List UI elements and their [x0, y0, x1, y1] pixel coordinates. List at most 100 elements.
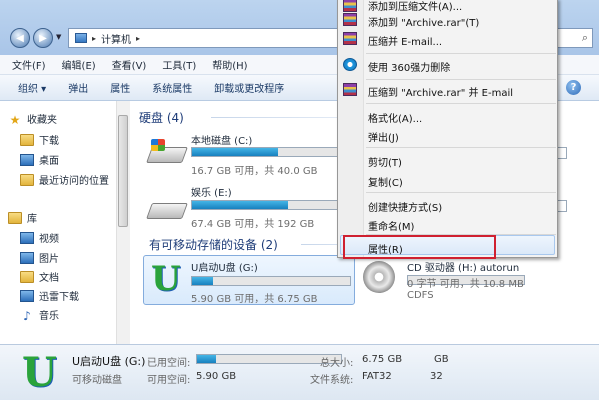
desktop-icon — [20, 153, 34, 166]
forward-button[interactable]: ▶ — [33, 28, 53, 48]
back-button[interactable]: ◀ — [10, 28, 30, 48]
recent-places-icon — [20, 173, 34, 186]
thunder-download-icon — [20, 289, 34, 302]
drive-h-free-space: 0 字节 可用，共 10.8 MB — [407, 279, 524, 290]
ctx-create-shortcut[interactable]: 创建快捷方式(S) — [368, 199, 442, 214]
menu-help[interactable]: 帮助(H) — [212, 57, 247, 72]
breadcrumb-separator-icon: ▸ — [92, 33, 97, 43]
usage-fill — [192, 148, 278, 156]
ctx-format[interactable]: 格式化(A)... — [368, 110, 422, 125]
group-title-hard-disks[interactable]: 硬盘 (4) — [139, 109, 184, 126]
details-fs-value: FAT32 — [362, 371, 392, 382]
ctx-add-to-archive-rar[interactable]: 添加到 "Archive.rar"(T) — [368, 14, 479, 29]
back-arrow-icon: ◀ — [16, 32, 24, 44]
nav-item-label: 音乐 — [39, 311, 59, 322]
drive-d-usage-bar-edge — [557, 147, 567, 159]
ctx-cut[interactable]: 剪切(T) — [368, 154, 402, 169]
winrar-icon — [343, 83, 357, 96]
details-drive-name: U启动U盘 (G:) — [72, 355, 146, 368]
nav-item-documents[interactable]: 文档 — [20, 269, 59, 284]
nav-item-pictures[interactable]: 图片 — [20, 250, 59, 265]
nav-libraries[interactable]: 库 — [8, 210, 37, 225]
u-qidong-logo-icon: U — [151, 259, 181, 299]
nav-item-label: 文档 — [39, 273, 59, 284]
details-right-bottom: 32 — [430, 371, 443, 382]
menu-edit[interactable]: 编辑(E) — [62, 57, 96, 72]
nav-item-recent[interactable]: 最近访问的位置 — [20, 172, 109, 187]
help-icon[interactable]: ? — [566, 80, 581, 95]
windows-logo-icon — [151, 139, 165, 151]
organize-button[interactable]: 组织 ▾ — [18, 80, 46, 95]
ctx-copy[interactable]: 复制(C) — [368, 174, 403, 189]
eject-button[interactable]: 弹出 — [68, 80, 88, 95]
nav-item-thunder-downloads[interactable]: 迅雷下载 — [20, 288, 79, 303]
nav-item-label: 下载 — [39, 136, 59, 147]
properties-button[interactable]: 属性 — [110, 80, 130, 95]
navigation-pane: ★ 收藏夹 下载 桌面 最近访问的位置 库 视频 图片 文档 迅雷下载 ♪ 音乐 — [0, 101, 130, 344]
breadcrumb-chevron-icon[interactable]: ▸ — [136, 34, 140, 43]
picture-library-icon — [20, 251, 34, 264]
drive-g-free-space: 5.90 GB 可用，共 6.75 GB — [191, 294, 318, 305]
uninstall-button[interactable]: 卸载或更改程序 — [214, 80, 284, 95]
computer-icon — [75, 33, 87, 43]
history-dropdown-icon[interactable]: ▼ — [56, 33, 61, 41]
address-bar[interactable]: ▸ 计算机 ▸ — [68, 28, 340, 48]
nav-item-label: 视频 — [39, 234, 59, 245]
drive-c-name[interactable]: 本地磁盘 (C:) — [191, 132, 252, 147]
usage-fill — [192, 201, 289, 209]
context-menu-separator — [366, 79, 556, 80]
drive-e-usage-bar — [191, 200, 341, 210]
music-note-icon: ♪ — [23, 308, 31, 323]
drive-c-free-space: 16.7 GB 可用，共 40.0 GB — [191, 166, 318, 177]
nav-item-label: 迅雷下载 — [39, 292, 79, 303]
nav-item-videos[interactable]: 视频 — [20, 230, 59, 245]
drive-f-usage-bar-edge — [557, 200, 567, 212]
context-menu: 添加到压缩文件(A)... 添加到 "Archive.rar"(T) 压缩并 E… — [337, 0, 558, 258]
nav-item-desktop[interactable]: 桌面 — [20, 152, 59, 167]
drive-h-name[interactable]: CD 驱动器 (H:) autorun — [407, 259, 519, 274]
video-library-icon — [20, 231, 34, 244]
details-fs-label: 文件系统: — [310, 375, 354, 386]
search-input[interactable]: ⌕ — [555, 28, 593, 48]
menu-file[interactable]: 文件(F) — [12, 57, 46, 72]
system-properties-button[interactable]: 系统属性 — [152, 80, 192, 95]
context-menu-separator — [366, 53, 556, 54]
group-title-removable[interactable]: 有可移动存储的设备 (2) — [149, 236, 278, 253]
ctx-eject[interactable]: 弹出(J) — [368, 129, 399, 144]
menu-view[interactable]: 查看(V) — [112, 57, 147, 72]
star-icon: ★ — [9, 112, 21, 127]
winrar-icon — [343, 13, 357, 26]
details-drive-type: 可移动磁盘 — [72, 375, 122, 386]
nav-item-label: 图片 — [39, 254, 59, 265]
menu-tools[interactable]: 工具(T) — [162, 57, 196, 72]
nav-libraries-label: 库 — [27, 214, 37, 225]
ctx-add-to-archive[interactable]: 添加到压缩文件(A)... — [368, 0, 462, 13]
nav-favorites[interactable]: ★ 收藏夹 — [8, 111, 57, 127]
context-menu-separator — [366, 103, 556, 104]
drive-g-usage-bar — [191, 276, 351, 286]
winrar-icon — [343, 0, 357, 12]
details-free-label: 可用空间: — [147, 375, 191, 386]
ctx-360-force-delete[interactable]: 使用 360强力删除 — [368, 59, 450, 74]
drive-e-name[interactable]: 娱乐 (E:) — [191, 184, 232, 199]
details-free-value: 5.90 GB — [196, 371, 237, 382]
drive-e-free-space: 67.4 GB 可用，共 192 GB — [191, 219, 315, 230]
details-used-label: 已用空间: — [147, 358, 191, 369]
drive-c-usage-bar — [191, 147, 341, 157]
search-icon: ⌕ — [581, 31, 588, 44]
nav-item-music[interactable]: ♪ 音乐 — [20, 307, 59, 323]
ctx-compress-email[interactable]: 压缩并 E-mail... — [368, 33, 442, 48]
drive-g-name[interactable]: U启动U盘 (G:) — [191, 259, 258, 274]
downloads-folder-icon — [20, 133, 34, 146]
nav-item-label: 最近访问的位置 — [39, 176, 109, 187]
hard-drive-icon[interactable] — [146, 203, 188, 219]
cd-drive-icon[interactable] — [363, 261, 395, 293]
details-right-top: GB — [434, 354, 449, 365]
nav-item-downloads[interactable]: 下载 — [20, 132, 59, 147]
ctx-rename[interactable]: 重命名(M) — [368, 218, 414, 233]
winrar-icon — [343, 32, 357, 45]
context-menu-separator — [366, 192, 556, 193]
navpane-scroll-thumb[interactable] — [118, 115, 128, 227]
ctx-compress-rar-email[interactable]: 压缩到 "Archive.rar" 并 E-mail — [368, 84, 513, 99]
address-segment[interactable]: 计算机 — [101, 31, 131, 46]
